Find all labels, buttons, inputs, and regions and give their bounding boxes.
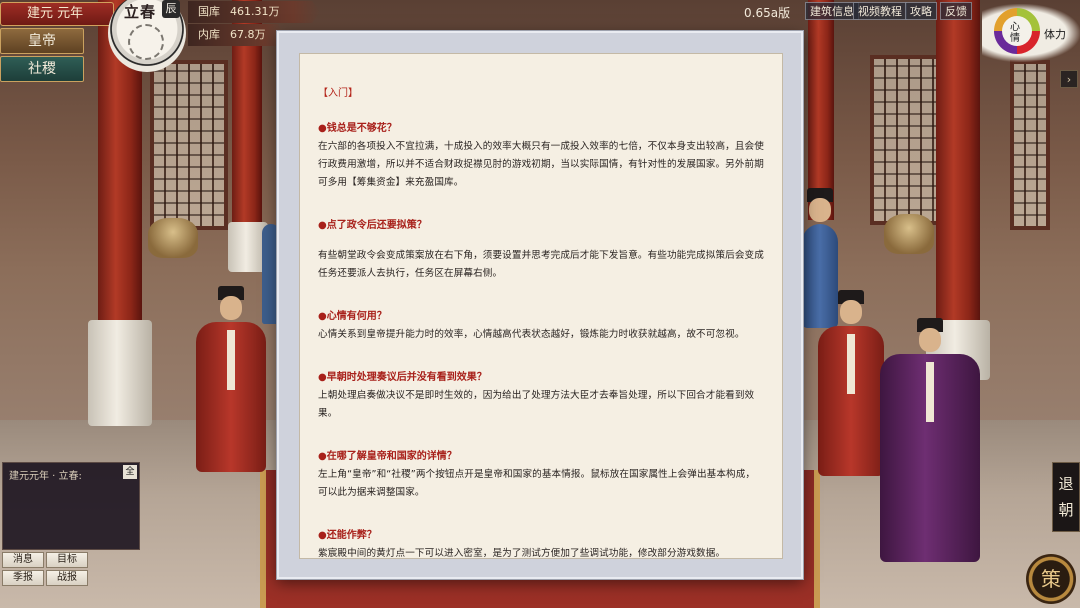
expand-arrow-icon[interactable]: ›: [1060, 70, 1078, 88]
policy-button[interactable]: 策: [1026, 554, 1076, 604]
help-dialog-paper: 【入门】 ●钱总是不够花？ 在六部的各项投入不宜拉满，十成投入的效率大概只有一成…: [299, 53, 783, 559]
messages-button[interactable]: 消息: [2, 552, 44, 568]
faq-answer-details: 左上角“皇帝”和“社稷”两个按钮点开是皇帝和国家的基本情报。鼠标放在国家属性上会…: [318, 469, 756, 498]
mood-label: 心情: [1010, 22, 1020, 44]
faq-question-details: ●在哪了解皇帝和国家的详情？: [318, 451, 457, 462]
version-label: 0.65a版: [744, 6, 791, 20]
faq-answer-cheat: 紫宸殿中间的黄灯点一下可以进入密室，是为了测试方便加了些调试功能，修改部分游戏数…: [318, 548, 726, 559]
video-tutorial-link[interactable]: 视频教程: [853, 2, 907, 20]
event-log-title: 建元元年 · 立春:: [9, 471, 82, 482]
pillar-right: [936, 0, 980, 330]
lattice-window-far-right: [1010, 60, 1050, 230]
faq-question-money: ●钱总是不够花？: [318, 123, 397, 134]
faq-question-court: ●早朝时处理奏议后并没有看到效果？: [318, 372, 487, 383]
inner-treasury-value: 67.8万: [230, 28, 266, 41]
inner-treasury[interactable]: 内库 67.8万: [188, 24, 284, 46]
faq-answer-decree: 有些朝堂政令会变成策案放在右下角，须要设置并思考完成后才能下发旨意。有些功能完成…: [318, 250, 764, 279]
mood-stamina-badge[interactable]: 心情 体力: [982, 4, 1080, 62]
help-dialog-content: 【入门】 ●钱总是不够花？ 在六部的各项投入不宜拉满，十成投入的效率大概只有一成…: [300, 54, 782, 563]
end-court-label-2: 朝: [1058, 501, 1074, 519]
emperor-button[interactable]: 皇帝: [0, 28, 84, 54]
season-report-button[interactable]: 季报: [2, 570, 44, 586]
faq-question-cheat: ●还能作弊？: [318, 530, 377, 541]
end-court-button[interactable]: 退 朝: [1052, 462, 1080, 532]
bronze-urn-left: [148, 218, 198, 258]
official-right: [818, 290, 884, 476]
feedback-link[interactable]: 反馈: [940, 2, 972, 20]
help-dialog[interactable]: 【入门】 ●钱总是不够花？ 在六部的各项投入不宜拉满，十成投入的效率大概只有一成…: [277, 31, 803, 579]
goals-button[interactable]: 目标: [46, 552, 88, 568]
pillar-right-inner: [808, 0, 834, 220]
guide-link[interactable]: 攻略: [905, 2, 937, 20]
national-treasury[interactable]: 国库 461.31万: [188, 1, 320, 23]
bronze-urn-right: [884, 214, 934, 254]
season-dial-icon: [128, 24, 164, 60]
log-all-button[interactable]: 全: [123, 465, 137, 479]
official-left: [196, 286, 266, 472]
stamina-label: 体力: [1044, 28, 1066, 41]
lattice-window-left: [150, 60, 228, 230]
official-right-back: [802, 188, 838, 328]
official-right-front: [880, 318, 980, 562]
season-label: 立春: [124, 3, 157, 21]
faq-answer-court: 上朝处理启奏做决议不是即时生效的，因为给出了处理方法大臣才去奉旨处理，所以下回合…: [318, 390, 755, 419]
era-label: 建元 元年: [0, 2, 114, 26]
faq-answer-mood: 心情关系到皇帝提升能力时的效率，心情越高代表状态越好，锻炼能力时收获就越高，故不…: [318, 329, 745, 340]
inner-treasury-label: 内库: [198, 28, 220, 41]
end-court-label-1: 退: [1058, 475, 1074, 493]
national-treasury-label: 国库: [198, 5, 220, 18]
faq-question-mood: ●心情有何用？: [318, 311, 387, 322]
state-button[interactable]: 社稷: [0, 56, 84, 82]
national-treasury-value: 461.31万: [230, 5, 280, 18]
season-seal-icon: 辰: [162, 0, 180, 18]
event-log-panel[interactable]: 建元元年 · 立春: 全: [2, 462, 140, 550]
war-report-button[interactable]: 战报: [46, 570, 88, 586]
help-section-header: 【入门】: [318, 88, 358, 99]
building-info-link[interactable]: 建筑信息: [805, 2, 859, 20]
pillar-base-left: [88, 320, 152, 426]
faq-question-decree: ●点了政令后还要拟策？: [318, 220, 427, 231]
faq-answer-money: 在六部的各项投入不宜拉满，十成投入的效率大概只有一成投入效率的七倍，不仅本身支出…: [318, 141, 764, 188]
